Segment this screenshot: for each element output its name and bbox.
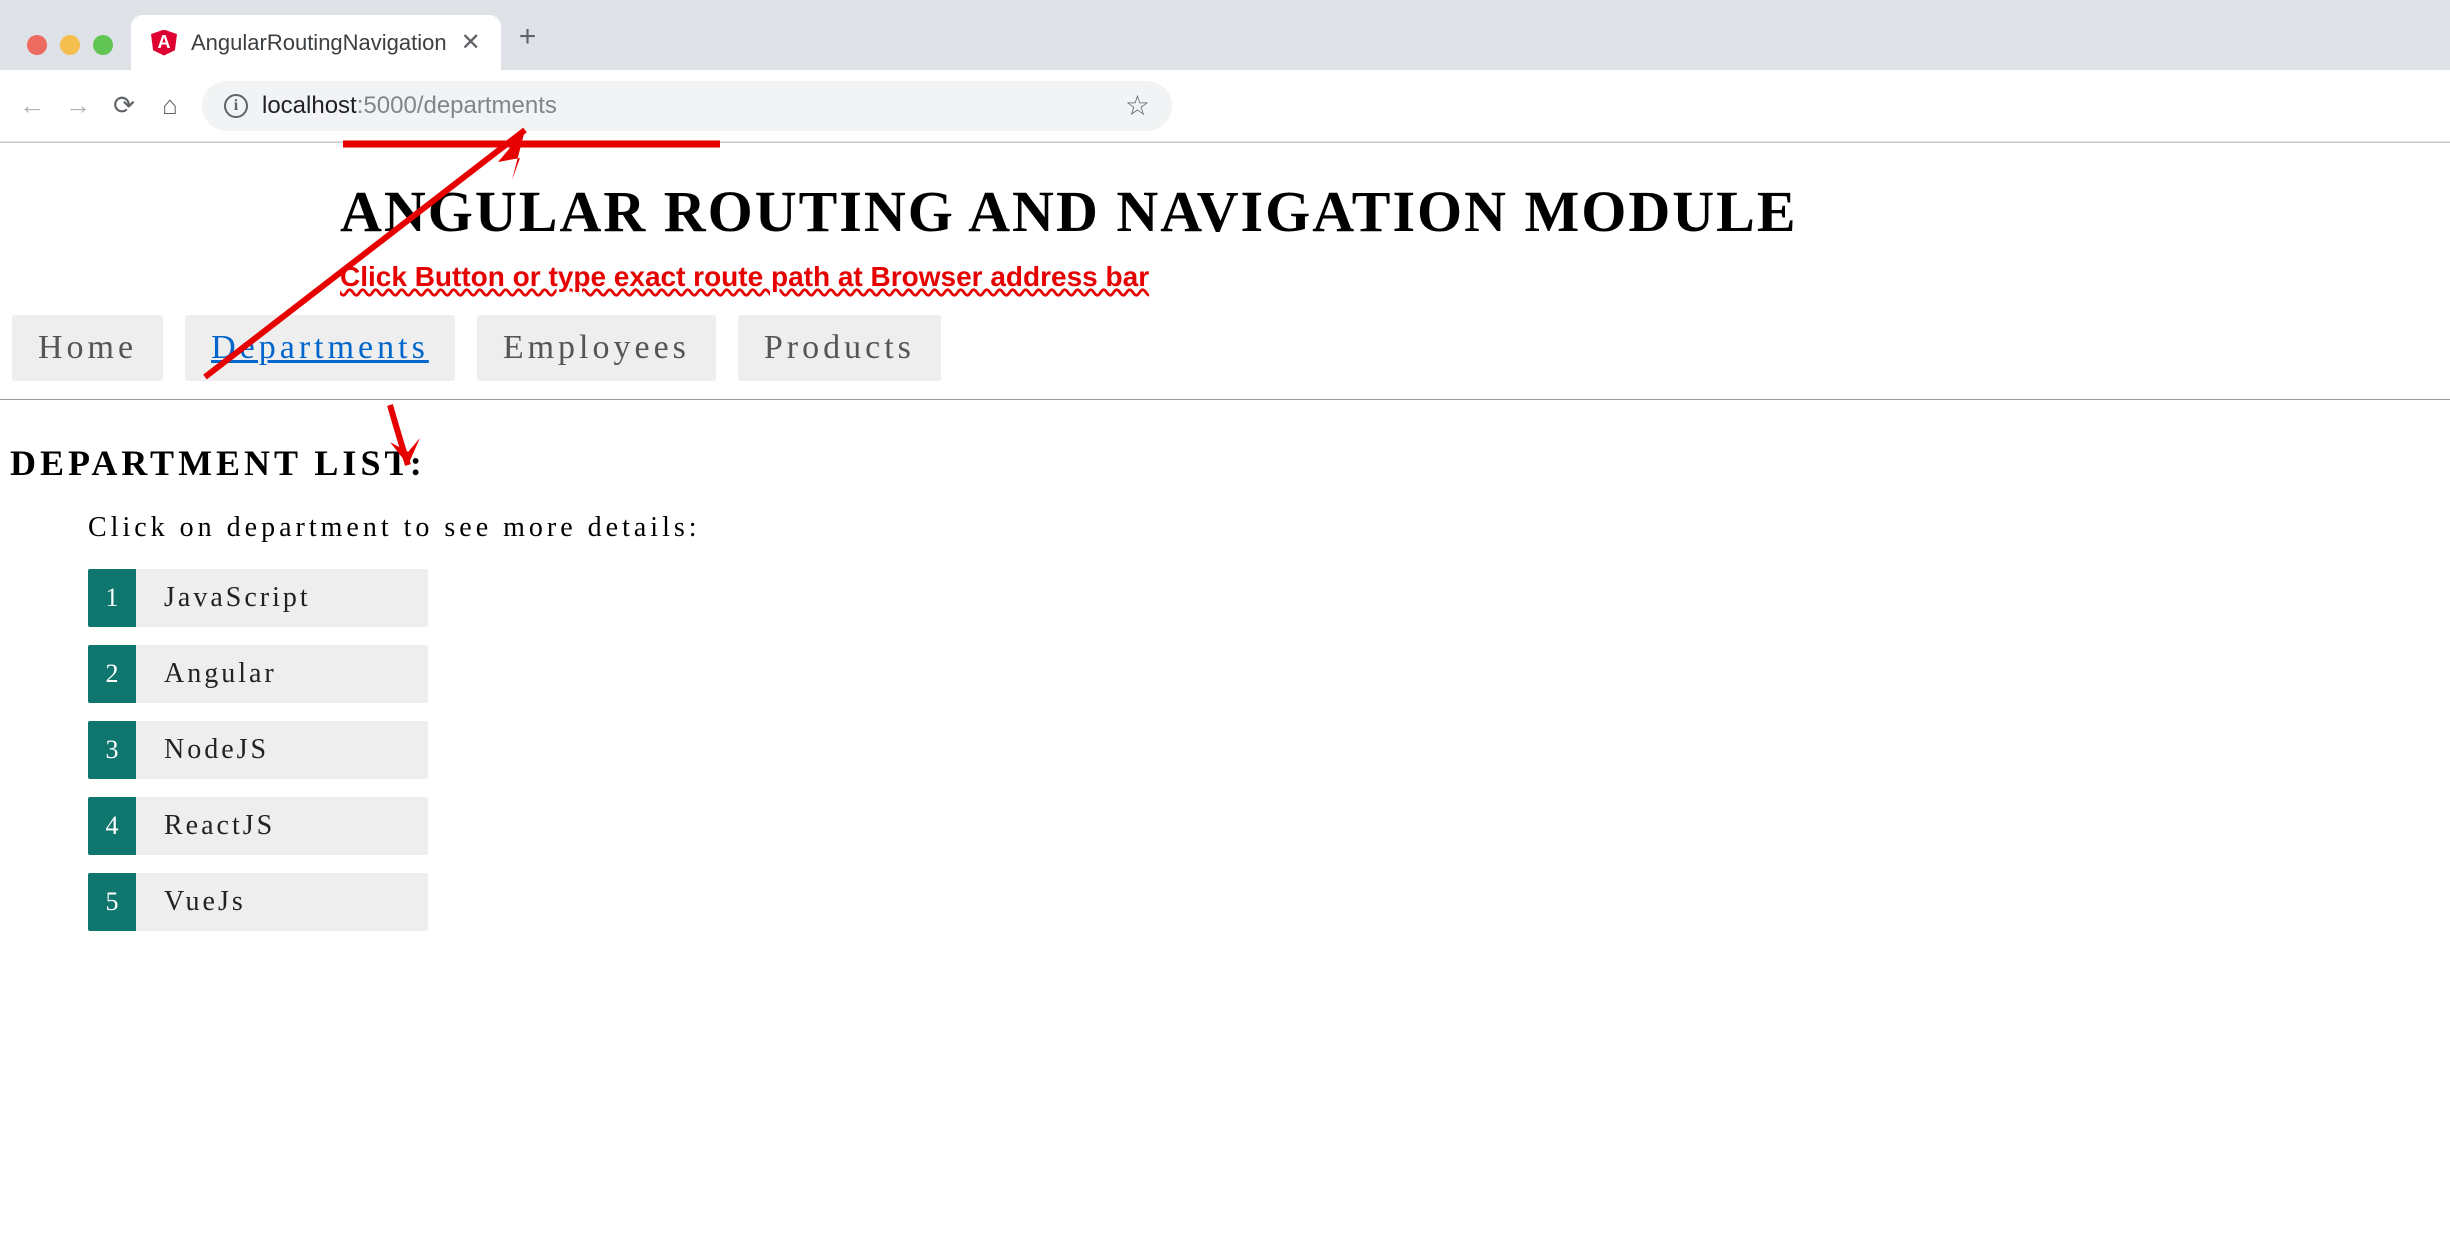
angular-favicon-icon: A <box>151 30 177 56</box>
browser-tab[interactable]: A AngularRoutingNavigation ✕ <box>131 15 501 70</box>
browser-chrome: A AngularRoutingNavigation ✕ + ← → ⟳ ⌂ i… <box>0 0 2450 143</box>
new-tab-button[interactable]: + <box>501 20 555 66</box>
nav-tab-label: Products <box>764 329 915 366</box>
page-content: ANGULAR ROUTING AND NAVIGATION MODULE Cl… <box>0 178 2450 931</box>
url-host: localhost <box>262 92 357 119</box>
dept-id-badge: 2 <box>88 645 136 703</box>
browser-toolbar: ← → ⟳ ⌂ i localhost:5000/departments ☆ <box>0 70 2450 142</box>
dept-name: ReactJS <box>136 810 275 842</box>
sub-instruction: Click on department to see more details: <box>88 512 2450 544</box>
forward-button[interactable]: → <box>64 92 92 120</box>
nav-tab-home[interactable]: Home <box>12 315 163 381</box>
minimize-window-icon[interactable] <box>60 35 80 55</box>
dept-name: Angular <box>136 658 277 690</box>
maximize-window-icon[interactable] <box>93 35 113 55</box>
nav-tab-departments[interactable]: Departments <box>185 315 455 381</box>
dept-name: VueJs <box>136 886 246 918</box>
list-item[interactable]: 1 JavaScript <box>88 569 428 627</box>
address-bar[interactable]: i localhost:5000/departments ☆ <box>202 81 1172 131</box>
close-window-icon[interactable] <box>27 35 47 55</box>
url-port: :5000 <box>357 92 417 119</box>
dept-id-badge: 5 <box>88 873 136 931</box>
list-item[interactable]: 5 VueJs <box>88 873 428 931</box>
nav-tab-employees[interactable]: Employees <box>477 315 716 381</box>
dept-id-badge: 4 <box>88 797 136 855</box>
close-tab-icon[interactable]: ✕ <box>461 28 481 57</box>
url-text: localhost:5000/departments <box>262 92 557 120</box>
bookmark-star-icon[interactable]: ☆ <box>1125 89 1150 122</box>
dept-name: JavaScript <box>136 582 311 614</box>
tab-strip: A AngularRoutingNavigation ✕ + <box>0 0 2450 70</box>
dept-id-badge: 1 <box>88 569 136 627</box>
back-button[interactable]: ← <box>18 92 46 120</box>
department-list: 1 JavaScript 2 Angular 3 NodeJS 4 ReactJ… <box>88 569 2450 931</box>
url-path: /departments <box>417 92 557 119</box>
nav-tab-label: Home <box>38 329 137 366</box>
home-button[interactable]: ⌂ <box>156 92 184 120</box>
nav-tab-label: Employees <box>503 329 690 366</box>
nav-tab-products[interactable]: Products <box>738 315 941 381</box>
list-item[interactable]: 3 NodeJS <box>88 721 428 779</box>
instruction-text: Click Button or type exact route path at… <box>340 261 2450 293</box>
nav-tabs: Home Departments Employees Products <box>0 315 2450 400</box>
page-title: ANGULAR ROUTING AND NAVIGATION MODULE <box>340 178 2450 245</box>
tab-title: AngularRoutingNavigation <box>191 30 447 56</box>
reload-button[interactable]: ⟳ <box>110 92 138 120</box>
dept-name: NodeJS <box>136 734 269 766</box>
list-item[interactable]: 4 ReactJS <box>88 797 428 855</box>
site-info-icon[interactable]: i <box>224 94 248 118</box>
section-heading: DEPARTMENT LIST: <box>10 442 2450 484</box>
nav-tab-label: Departments <box>211 329 429 366</box>
list-item[interactable]: 2 Angular <box>88 645 428 703</box>
dept-id-badge: 3 <box>88 721 136 779</box>
window-controls <box>15 35 131 70</box>
